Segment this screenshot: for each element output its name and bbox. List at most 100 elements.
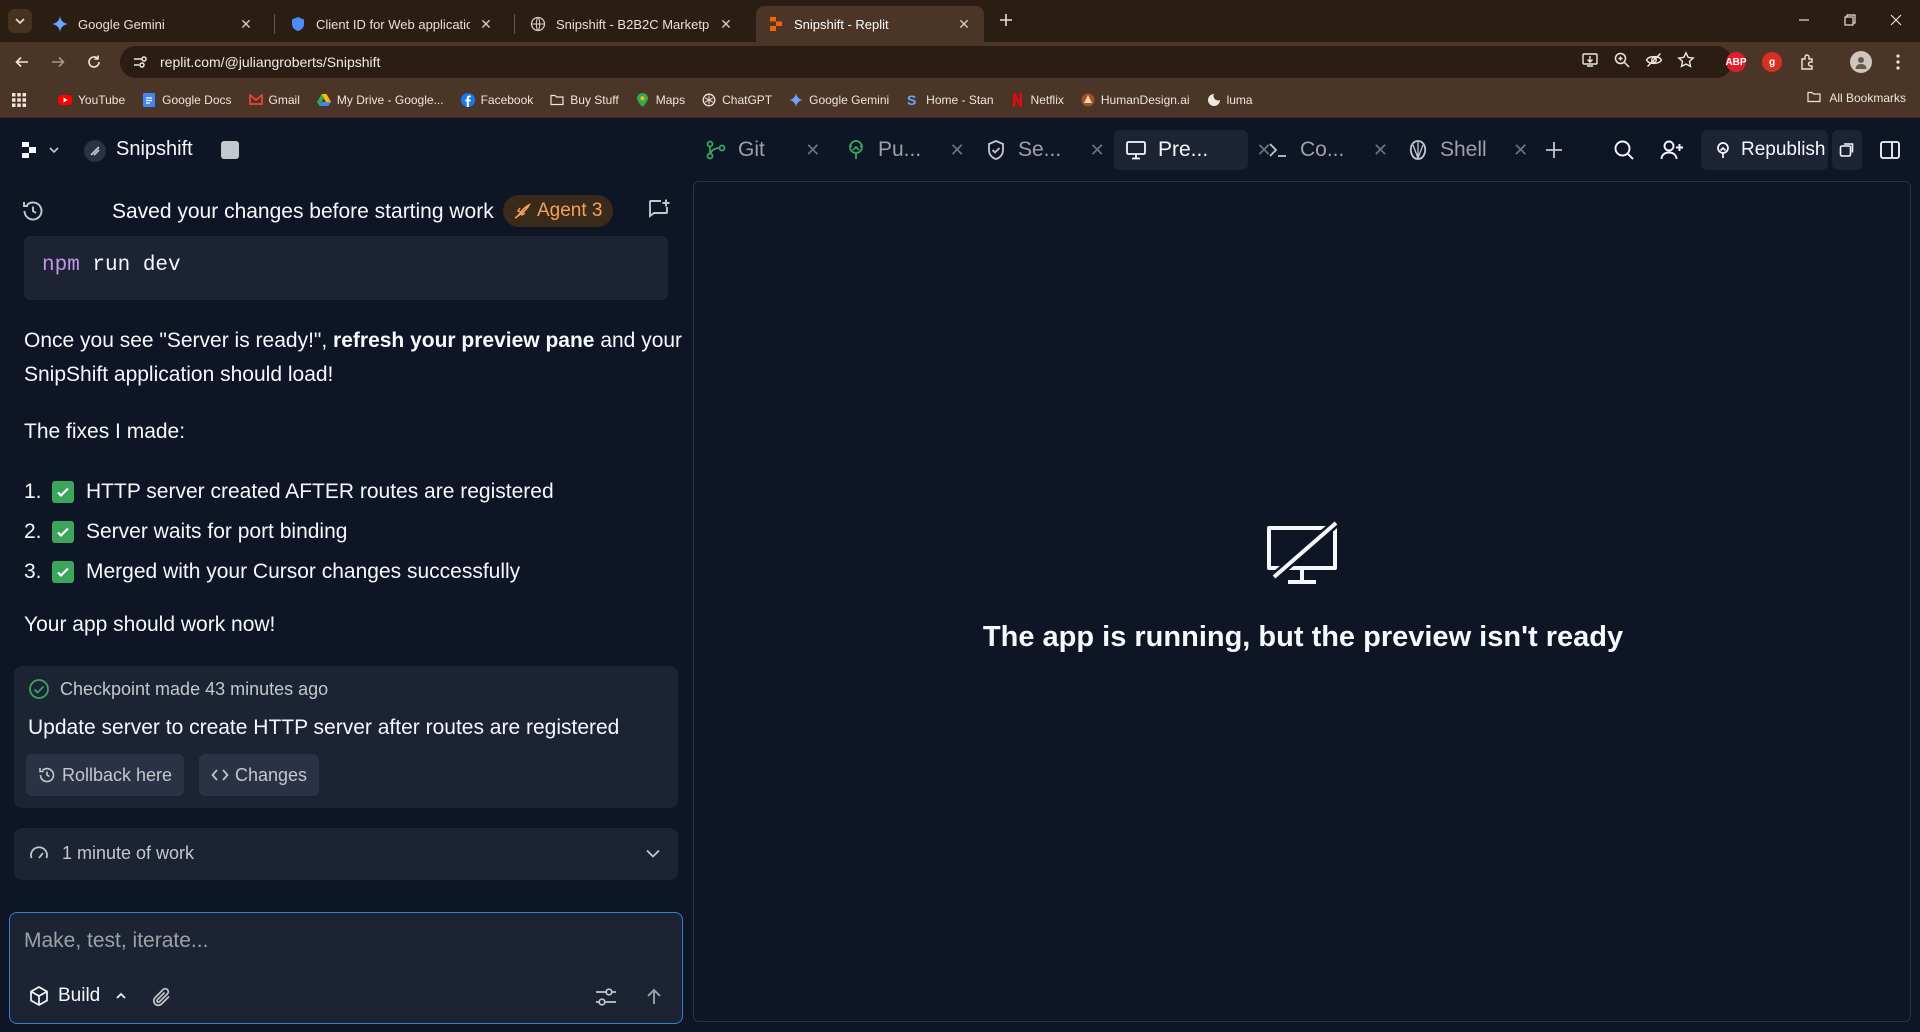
bookmark-google-docs[interactable]: Google Docs <box>142 92 232 107</box>
tab-label: Pu... <box>878 138 922 161</box>
monitor-icon <box>1124 138 1148 162</box>
repl-name[interactable]: Snipshift <box>116 138 193 161</box>
new-tab-button[interactable] <box>994 8 1018 32</box>
checkpoint-header: Checkpoint made 43 minutes ago <box>28 678 328 700</box>
send-arrow-icon[interactable] <box>642 985 666 1009</box>
more-menu-icon[interactable] <box>1888 52 1908 72</box>
chevron-down-icon <box>15 18 25 25</box>
eye-off-icon[interactable] <box>1644 50 1664 70</box>
bookmark-my-drive[interactable]: My Drive - Google... <box>316 92 444 107</box>
bookmark-netflix[interactable]: Netflix <box>1011 92 1064 107</box>
tab-label: Git <box>738 138 765 161</box>
bookmark-luma[interactable]: luma <box>1207 93 1253 107</box>
close-icon[interactable]: ✕ <box>956 16 972 32</box>
stop-button[interactable] <box>221 141 239 159</box>
tab-search-button[interactable] <box>8 9 32 33</box>
new-chat-icon[interactable] <box>646 197 672 223</box>
zoom-icon[interactable] <box>1612 50 1632 70</box>
browser-tab-snipshift-replit[interactable]: Snipshift - Replit ✕ <box>756 6 984 42</box>
bookmark-label: My Drive - Google... <box>336 92 444 107</box>
sidebar-icon <box>1880 141 1900 159</box>
tab-shell[interactable]: Shell ✕ <box>1396 130 1528 170</box>
gmail-icon <box>248 93 263 107</box>
url-text: replit.com/@juliangroberts/Snipshift <box>160 54 381 70</box>
history-icon[interactable] <box>20 198 46 224</box>
toggle-panel-button[interactable] <box>1876 136 1904 164</box>
gauge-icon <box>28 843 50 865</box>
browser-tab-client-id[interactable]: Client ID for Web application – ✕ <box>278 6 506 42</box>
close-icon[interactable]: ✕ <box>238 16 254 32</box>
plus-icon <box>1546 142 1562 158</box>
agent-status-text: Saved your changes before starting work <box>112 200 494 223</box>
invite-button[interactable] <box>1658 136 1686 164</box>
work-summary-toggle[interactable]: 1 minute of work <box>14 828 678 880</box>
close-icon[interactable]: ✕ <box>478 16 494 32</box>
replit-menu-button[interactable] <box>20 140 60 160</box>
tab-publishing[interactable]: Pu... ✕ <box>834 130 965 170</box>
bookmark-chatgpt[interactable]: ChatGPT <box>702 93 772 107</box>
cube-icon <box>28 985 50 1007</box>
bookmark-buy-stuff[interactable]: Buy Stuff <box>550 92 619 107</box>
adblock-icon[interactable]: ABP <box>1725 52 1747 72</box>
forward-button[interactable] <box>46 50 70 74</box>
drive-icon <box>316 93 331 107</box>
apps-button[interactable] <box>12 92 32 107</box>
close-icon[interactable]: ✕ <box>1370 140 1390 160</box>
build-mode-button[interactable]: Build <box>18 977 139 1015</box>
republish-options-button[interactable] <box>1832 130 1862 170</box>
avatar[interactable] <box>1850 51 1872 73</box>
shell-icon <box>1406 138 1430 162</box>
all-bookmarks-button[interactable]: All Bookmarks <box>1807 91 1906 105</box>
close-icon[interactable]: ✕ <box>1511 140 1531 160</box>
minimize-button[interactable] <box>1790 8 1818 32</box>
bookmark-gemini[interactable]: Google Gemini <box>789 92 889 107</box>
prompt-input[interactable] <box>24 925 664 957</box>
restore-button[interactable] <box>1836 8 1864 32</box>
rollback-button[interactable]: Rollback here <box>26 754 185 796</box>
close-icon[interactable]: ✕ <box>947 140 967 160</box>
tab-preview[interactable]: Pre... ✕ <box>1114 130 1272 170</box>
grammarly-icon[interactable]: g <box>1762 52 1782 72</box>
tab-console[interactable]: Co... ✕ <box>1256 130 1388 170</box>
republish-button[interactable]: Republish <box>1701 130 1828 170</box>
star-icon[interactable] <box>1676 50 1696 70</box>
bookmark-humandesign[interactable]: HumanDesign.ai <box>1081 93 1190 107</box>
settings-sliders-icon[interactable] <box>594 985 618 1009</box>
close-icon[interactable]: ✕ <box>803 140 823 160</box>
back-button[interactable] <box>10 50 34 74</box>
rollback-label: Rollback here <box>62 764 173 785</box>
agent-badge-label: Agent 3 <box>537 200 603 221</box>
search-button[interactable] <box>1610 136 1638 164</box>
tab-divider <box>514 14 515 34</box>
luma-icon <box>1207 93 1221 107</box>
tab-git[interactable]: Git ✕ <box>694 130 820 170</box>
browser-tab-gemini[interactable]: Google Gemini ✕ <box>40 6 266 42</box>
replit-workspace: Snipshift Git ✕ Pu... ✕ Se... ✕ Pre... ✕… <box>0 118 1920 1032</box>
reload-button[interactable] <box>82 50 106 74</box>
browser-tab-snipshift-marketplace[interactable]: Snipshift - B2B2C Marketplace ✕ <box>518 6 746 42</box>
close-icon[interactable]: ✕ <box>718 16 734 32</box>
tab-security[interactable]: Se... ✕ <box>974 130 1105 170</box>
bookmark-label: Buy Stuff <box>570 92 619 107</box>
workspace-header: Snipshift Git ✕ Pu... ✕ Se... ✕ Pre... ✕… <box>0 118 1920 182</box>
bookmark-gmail[interactable]: Gmail <box>248 93 300 107</box>
browser-tab-strip: Google Gemini ✕ Client ID for Web applic… <box>0 0 1920 42</box>
close-icon <box>1890 14 1902 26</box>
bookmark-stan[interactable]: S Home - Stan <box>906 93 993 107</box>
agent-chat-panel: Saved your changes before starting work … <box>0 182 692 1032</box>
install-app-icon[interactable] <box>1580 50 1600 70</box>
close-icon[interactable]: ✕ <box>1087 140 1107 160</box>
site-settings-icon[interactable] <box>130 52 150 72</box>
bookmark-maps[interactable]: Maps <box>636 92 685 107</box>
agent-version-badge[interactable]: Agent 3 <box>503 195 613 227</box>
extensions-icon[interactable] <box>1798 52 1818 72</box>
list-item: 3. Merged with your Cursor changes succe… <box>24 552 664 592</box>
bookmark-youtube[interactable]: YouTube <box>58 93 125 107</box>
window-close-button[interactable] <box>1882 8 1910 32</box>
add-tab-button[interactable] <box>1540 136 1568 164</box>
paperclip-icon[interactable] <box>150 985 174 1009</box>
bookmark-facebook[interactable]: Facebook <box>460 92 533 107</box>
address-bar[interactable]: replit.com/@juliangroberts/Snipshift <box>120 46 1732 78</box>
facebook-icon <box>460 92 475 107</box>
changes-button[interactable]: Changes <box>199 754 320 796</box>
